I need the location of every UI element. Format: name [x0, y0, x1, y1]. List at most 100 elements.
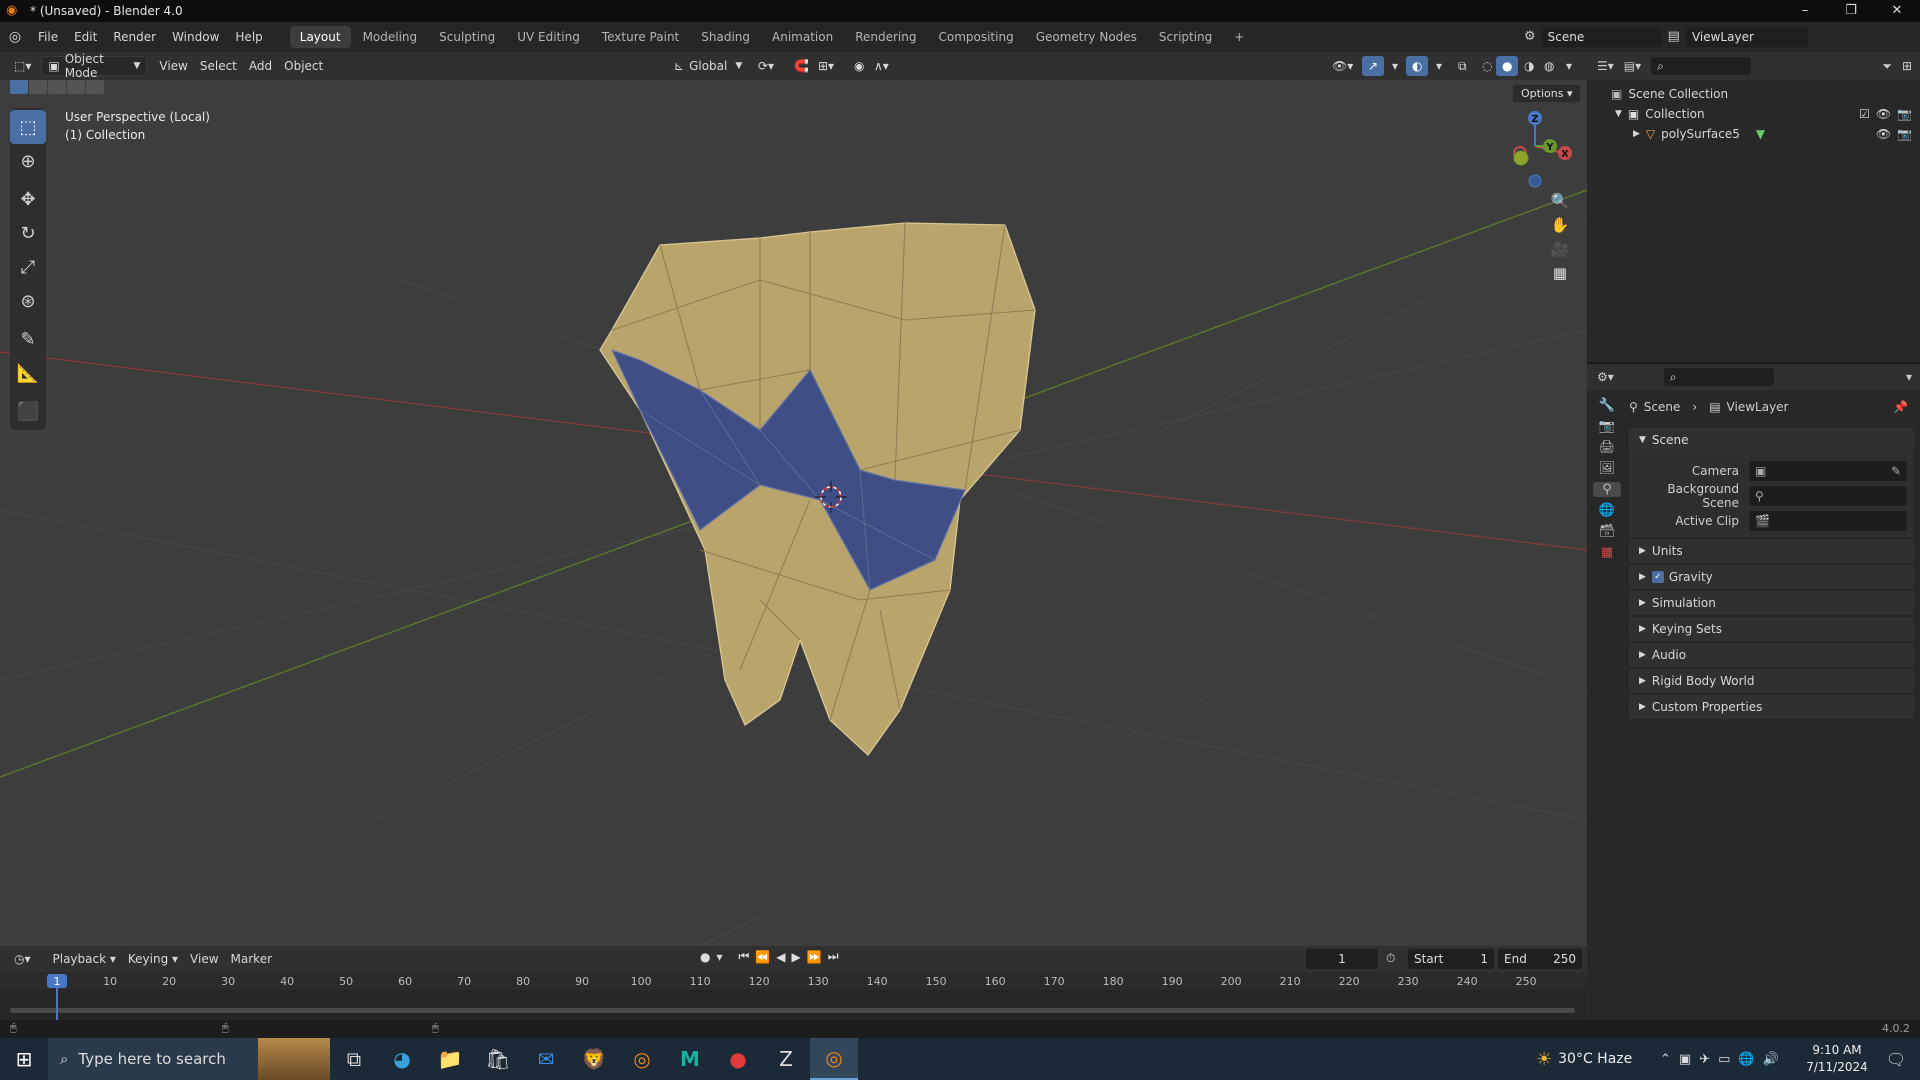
current-frame-field[interactable]: 1	[1306, 949, 1378, 969]
windows-start-icon[interactable]: ⊞	[0, 1038, 48, 1080]
end-frame-field[interactable]: End 250	[1498, 949, 1582, 969]
tool-tab-icon[interactable]: 🔧	[1593, 398, 1621, 413]
tab-animation[interactable]: Animation	[762, 26, 843, 48]
texture-tab-icon[interactable]: ▦	[1593, 545, 1621, 560]
mode-selector[interactable]: ▣ Object Mode ▼	[41, 52, 148, 80]
properties-editor-icon[interactable]: ⚙▾	[1597, 370, 1614, 384]
camera-view-icon[interactable]: 🎥	[1548, 240, 1572, 258]
properties-search-input[interactable]: ⌕	[1663, 368, 1774, 386]
record-options-icon[interactable]: ▾	[716, 950, 722, 964]
scale-tool-icon[interactable]: ⤢	[10, 250, 46, 284]
tab-rendering[interactable]: Rendering	[845, 26, 926, 48]
overlay-dropdown[interactable]: ▾	[1430, 56, 1448, 76]
snap-target-icon[interactable]: ⊞▾	[812, 56, 840, 76]
exclude-checkbox[interactable]: ☑	[1859, 107, 1870, 121]
ortho-grid-icon[interactable]: ▦	[1548, 264, 1572, 282]
play-icon[interactable]: ▶	[792, 950, 801, 964]
rendered-shading-icon[interactable]: ◍	[1538, 56, 1560, 76]
properties-options-icon[interactable]: ▾	[1906, 370, 1912, 384]
outliner-object-row[interactable]: ▶ ▽ polySurface5 ▼ 👁 📷	[1587, 124, 1920, 144]
3d-viewport[interactable]: Z X Y User Perspective (Local) (1) Colle…	[0, 80, 1587, 946]
tray-app-icon[interactable]: ▣	[1679, 1052, 1691, 1067]
solid-shading-icon[interactable]: ●	[1496, 56, 1519, 76]
custom-properties-panel-header[interactable]: ▶ Custom Properties	[1629, 695, 1914, 719]
gizmo-toggle-icon[interactable]: ↗	[1362, 56, 1385, 76]
tab-layout[interactable]: Layout	[289, 26, 351, 48]
render-tab-icon[interactable]: 📷	[1593, 419, 1621, 434]
scene-section-header[interactable]: ▼ Scene	[1629, 428, 1914, 452]
audio-panel-header[interactable]: ▶ Audio	[1629, 643, 1914, 667]
store-icon[interactable]: 🛍	[474, 1038, 522, 1080]
select-intersect-icon[interactable]	[86, 80, 104, 94]
blender-taskbar-icon[interactable]: ◎	[618, 1038, 666, 1080]
view-layer-tab-icon[interactable]: 🖼	[1593, 461, 1621, 476]
zbrush-icon[interactable]: Z	[762, 1038, 810, 1080]
record-icon[interactable]: ●	[700, 950, 710, 964]
rotate-tool-icon[interactable]: ↻	[10, 216, 46, 250]
select-new-icon[interactable]	[10, 80, 28, 94]
menu-view[interactable]: View	[153, 56, 193, 76]
simulation-panel-header[interactable]: ▶ Simulation	[1629, 591, 1914, 615]
shading-dropdown[interactable]: ▾	[1560, 56, 1578, 76]
background-scene-field[interactable]: ⚲	[1749, 485, 1907, 506]
units-panel-header[interactable]: ▶ Units	[1629, 539, 1914, 563]
menu-add[interactable]: Add	[243, 56, 278, 76]
annotate-tool-icon[interactable]: ✎	[10, 322, 46, 356]
mesh-data-icon[interactable]: ▼	[1756, 127, 1765, 141]
world-tab-icon[interactable]: 🌐	[1593, 503, 1621, 518]
menu-marker[interactable]: Marker	[225, 949, 278, 969]
options-button[interactable]: Options ▾	[1512, 84, 1582, 103]
expand-arrow-icon[interactable]: ▶	[1633, 129, 1640, 139]
mail-icon[interactable]: ✉	[522, 1038, 570, 1080]
close-button[interactable]: ✕	[1874, 0, 1920, 22]
timeline-editor-icon[interactable]: ◷▾	[8, 949, 37, 969]
xray-icon[interactable]: ⧉	[1452, 56, 1473, 76]
visibility-eye-icon[interactable]: 👁	[1876, 107, 1891, 121]
overlay-toggle-icon[interactable]: ◐	[1406, 56, 1429, 76]
tab-shading[interactable]: Shading	[691, 26, 760, 48]
menu-select[interactable]: Select	[194, 56, 243, 76]
menu-edit[interactable]: Edit	[66, 22, 105, 52]
tab-texture-paint[interactable]: Texture Paint	[592, 26, 689, 48]
menu-object[interactable]: Object	[278, 56, 329, 76]
scene-selector[interactable]: Scene	[1541, 27, 1662, 47]
notification-icon[interactable]: 🗨	[1872, 1038, 1920, 1080]
transform-tool-icon[interactable]: ⊛	[10, 284, 46, 318]
outliner-editor-icon[interactable]: ☰▾	[1597, 59, 1614, 73]
rigid-body-world-panel-header[interactable]: ▶ Rigid Body World	[1629, 669, 1914, 693]
select-subtract-icon[interactable]	[48, 80, 66, 94]
jump-end-icon[interactable]: ⏭	[828, 949, 839, 964]
next-keyframe-icon[interactable]: ⏩	[807, 950, 822, 964]
pin-icon[interactable]: 📌	[1893, 400, 1908, 414]
falloff-icon[interactable]: ∧▾	[868, 56, 895, 76]
tab-sculpting[interactable]: Sculpting	[429, 26, 505, 48]
network-icon[interactable]: 🌐	[1738, 1052, 1754, 1067]
restore-button[interactable]: ❐	[1828, 0, 1874, 22]
minimize-button[interactable]: –	[1782, 0, 1828, 22]
tab-scripting[interactable]: Scripting	[1149, 26, 1222, 48]
camera-field[interactable]: ▣ ✎	[1749, 460, 1907, 481]
render-camera-icon[interactable]: 📷	[1897, 127, 1912, 141]
tab-geometry-nodes[interactable]: Geometry Nodes	[1026, 26, 1147, 48]
select-extend-icon[interactable]	[29, 80, 47, 94]
timeline-ruler[interactable]: 1 10 20 30 40 50 60 70 80 90 100 110 120 130 140 150 160…	[0, 972, 1587, 1020]
tooth-mesh[interactable]	[599, 222, 1036, 756]
display-mode-icon[interactable]: ▤▾	[1624, 59, 1641, 73]
pivot-icon[interactable]: ⟳▾	[752, 56, 780, 76]
blender-active-taskbar-icon[interactable]: ◎	[810, 1038, 858, 1080]
expand-arrow-icon[interactable]: ▼	[1615, 109, 1622, 119]
tray-bluetooth-icon[interactable]: ✈	[1699, 1052, 1710, 1067]
menu-timeline-view[interactable]: View	[184, 949, 224, 969]
jump-start-icon[interactable]: ⏮	[739, 949, 750, 964]
filter-icon[interactable]: ⏷	[1882, 59, 1892, 74]
play-reverse-icon[interactable]: ◀	[776, 950, 785, 964]
outliner-collection-row[interactable]: ▼ ▣ Collection ☑ 👁 📷	[1587, 104, 1920, 124]
add-cube-tool-icon[interactable]: ⬛	[10, 394, 46, 428]
gizmo-dropdown[interactable]: ▾	[1386, 56, 1404, 76]
prev-keyframe-icon[interactable]: ⏪	[755, 950, 770, 964]
output-tab-icon[interactable]: 🖨	[1593, 440, 1621, 455]
start-frame-field[interactable]: Start 1	[1408, 949, 1494, 969]
task-view-icon[interactable]: ⧉	[330, 1038, 378, 1080]
maya-icon[interactable]: M	[666, 1038, 714, 1080]
transform-orientation-selector[interactable]: ⊾ Global ▼	[668, 56, 748, 76]
